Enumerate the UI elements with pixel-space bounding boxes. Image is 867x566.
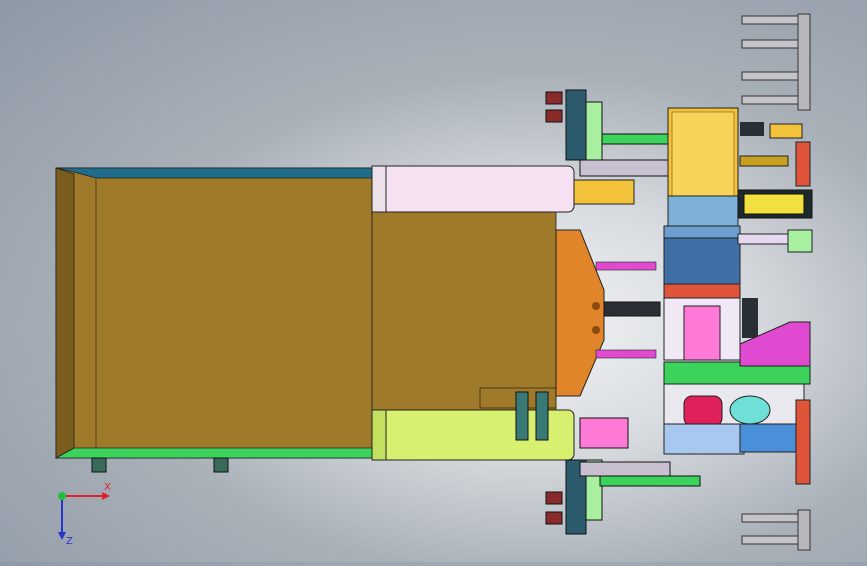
bolt-cluster-top	[545, 91, 563, 123]
guide-rods	[595, 261, 661, 359]
orange-plate[interactable]	[555, 229, 605, 397]
bolt-cluster-bottom	[545, 491, 563, 525]
cad-viewport[interactable]: X Z	[0, 0, 867, 562]
pillar-set-bottom	[741, 509, 811, 551]
lower-drive[interactable]	[663, 361, 811, 455]
assembly-model[interactable]	[0, 0, 867, 562]
coupling-housing[interactable]	[663, 225, 741, 299]
orientation-triad: X Z	[44, 478, 124, 548]
pillar-set-top	[741, 13, 811, 111]
x-axis-label: X	[104, 482, 111, 493]
z-axis-label: Z	[66, 536, 73, 547]
